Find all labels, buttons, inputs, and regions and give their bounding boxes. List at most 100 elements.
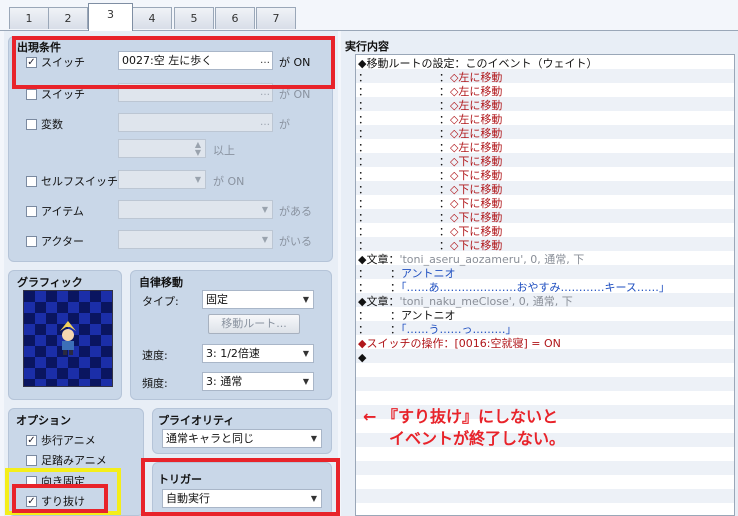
priority-title: プライオリティ	[158, 414, 235, 427]
step-anime-checkbox[interactable]	[26, 454, 37, 466]
variable-field: …	[118, 113, 273, 132]
line-prefix: ： ：	[358, 85, 450, 98]
annotation-line1: ← 『すり抜け』にしないと	[363, 407, 558, 426]
variable-suffix: が	[279, 118, 290, 131]
tab-2[interactable]: 2	[48, 7, 88, 29]
line-text: ◇下に移動	[449, 155, 503, 168]
self-switch-label: セルフスイッチ	[41, 175, 118, 188]
item-suffix: がある	[279, 205, 312, 218]
walk-anime-row[interactable]: ✓ 歩行アニメ	[26, 432, 96, 448]
line-text: アントニオ	[400, 267, 456, 280]
speed-value: 3: 1/2倍速	[206, 347, 260, 360]
variable-label: 変数	[41, 118, 63, 131]
actor-suffix: がいる	[279, 235, 312, 248]
chevron-down-icon: ▼	[302, 295, 309, 304]
actor-checkbox-row[interactable]: アクター	[26, 233, 84, 249]
line-prefix: ： ：	[358, 323, 401, 336]
item-checkbox-row[interactable]: アイテム	[26, 203, 84, 219]
command-line[interactable]: ： ：◇下に移動	[356, 239, 734, 253]
tab-4[interactable]: 4	[132, 7, 172, 29]
self-switch-suffix: が ON	[213, 175, 245, 188]
command-line[interactable]: ： ：◇左に移動	[356, 127, 734, 141]
highlight-through	[12, 484, 108, 513]
line-text: ◇下に移動	[449, 211, 503, 224]
chevron-down-icon: ▼	[261, 205, 268, 214]
command-line[interactable]: ： ：◇下に移動	[356, 183, 734, 197]
line-prefix: ： ：	[358, 113, 450, 126]
line-prefix: ： ：	[358, 141, 450, 154]
command-line[interactable]: ： ：◇左に移動	[356, 71, 734, 85]
tab-1[interactable]: 1	[9, 7, 49, 29]
line-text: 「……う……っ………」	[400, 323, 517, 336]
route-button: 移動ルート...	[208, 314, 300, 334]
highlight-trigger	[141, 458, 340, 516]
line-prefix: ： ：	[358, 267, 401, 280]
tab-6[interactable]: 6	[215, 7, 255, 29]
tab-7[interactable]: 7	[256, 7, 296, 29]
line-text: ◇左に移動	[449, 85, 503, 98]
chevron-down-icon: ▼	[194, 175, 201, 184]
command-line[interactable]: ： ：◇左に移動	[356, 99, 734, 113]
tab-3[interactable]: 3	[88, 3, 133, 31]
line-text: 「……あ…………………おやすみ…………キース……」	[400, 281, 670, 294]
line-text: ◇左に移動	[449, 127, 503, 140]
command-line[interactable]: ： ：「……あ…………………おやすみ…………キース……」	[356, 281, 734, 295]
command-line[interactable]: ◆文章：'toni_naku_meClose', 0, 通常, 下	[356, 295, 734, 309]
self-switch-checkbox-row[interactable]: セルフスイッチ	[26, 173, 118, 189]
step-anime-row[interactable]: 足踏みアニメ	[26, 452, 107, 468]
highlight-switch-condition	[12, 36, 335, 89]
tab-5[interactable]: 5	[174, 7, 214, 29]
command-line[interactable]: ： ：◇左に移動	[356, 113, 734, 127]
item-label: アイテム	[41, 205, 84, 218]
priority-select[interactable]: 通常キャラと同じ ▼	[162, 429, 322, 448]
spinner-icon: ▲ ▼	[194, 140, 201, 157]
line-prefix: ： ：	[358, 183, 450, 196]
speed-select[interactable]: 3: 1/2倍速 ▼	[202, 344, 314, 363]
line-prefix: ： ：	[358, 239, 450, 252]
line-text: ◇下に移動	[449, 239, 503, 252]
switch2-checkbox[interactable]	[26, 88, 37, 100]
command-line[interactable]: ： ：◇下に移動	[356, 169, 734, 183]
command-line[interactable]: ： ：◇下に移動	[356, 155, 734, 169]
command-line[interactable]: ： ：◇下に移動	[356, 197, 734, 211]
command-line[interactable]: ◆	[356, 351, 734, 365]
line-prefix: ： ：	[358, 155, 450, 168]
self-switch-checkbox[interactable]	[26, 175, 37, 187]
command-line[interactable]: ： ：「……う……っ………」	[356, 323, 734, 337]
annotation-line2: イベントが終了しない。	[389, 429, 566, 448]
freq-select[interactable]: 3: 通常 ▼	[202, 372, 314, 391]
variable-checkbox[interactable]	[26, 118, 37, 130]
type-select[interactable]: 固定 ▼	[202, 290, 314, 309]
line-prefix: ◆文章：	[358, 295, 400, 308]
freq-label: 頻度:	[142, 377, 168, 390]
walk-anime-checkbox[interactable]: ✓	[26, 434, 37, 446]
actor-checkbox[interactable]	[26, 235, 37, 247]
graphic-preview[interactable]	[23, 290, 113, 387]
line-prefix: ： ：	[358, 169, 450, 182]
line-prefix: ： ：	[358, 309, 401, 322]
command-line[interactable]: ◆スイッチの操作：[0016:空就寝] = ON	[356, 337, 734, 351]
command-line[interactable]: ： ：アントニオ	[356, 267, 734, 281]
line-text: [0016:空就寝] = ON	[454, 337, 561, 350]
command-line[interactable]: ◆移動ルートの設定：このイベント（ウェイト）	[356, 57, 734, 71]
line-prefix: ： ：	[358, 225, 450, 238]
command-lines: ◆移動ルートの設定：このイベント（ウェイト） ： ：◇左に移動 ： ：◇左に移動…	[356, 55, 734, 365]
line-prefix: ： ：	[358, 99, 450, 112]
line-prefix: ： ：	[358, 197, 450, 210]
actor-select: ▼	[118, 230, 273, 249]
command-line[interactable]: ： ：アントニオ	[356, 309, 734, 323]
page-tabs: 1 2 3 4 5 6 7	[0, 0, 738, 31]
item-checkbox[interactable]	[26, 205, 37, 217]
line-text: ◇下に移動	[449, 197, 503, 210]
command-line[interactable]: ◆文章：'toni_aseru_aozameru', 0, 通常, 下	[356, 253, 734, 267]
line-text: ◇左に移動	[449, 99, 503, 112]
line-prefix: ： ：	[358, 127, 450, 140]
variable-checkbox-row[interactable]: 変数	[26, 116, 63, 132]
priority-value: 通常キャラと同じ	[166, 432, 254, 445]
command-line[interactable]: ： ：◇下に移動	[356, 211, 734, 225]
command-line[interactable]: ： ：◇左に移動	[356, 141, 734, 155]
command-line[interactable]: ： ：◇左に移動	[356, 85, 734, 99]
line-text: ◇下に移動	[449, 225, 503, 238]
command-line[interactable]: ： ：◇下に移動	[356, 225, 734, 239]
options-title: オプション	[16, 414, 71, 427]
